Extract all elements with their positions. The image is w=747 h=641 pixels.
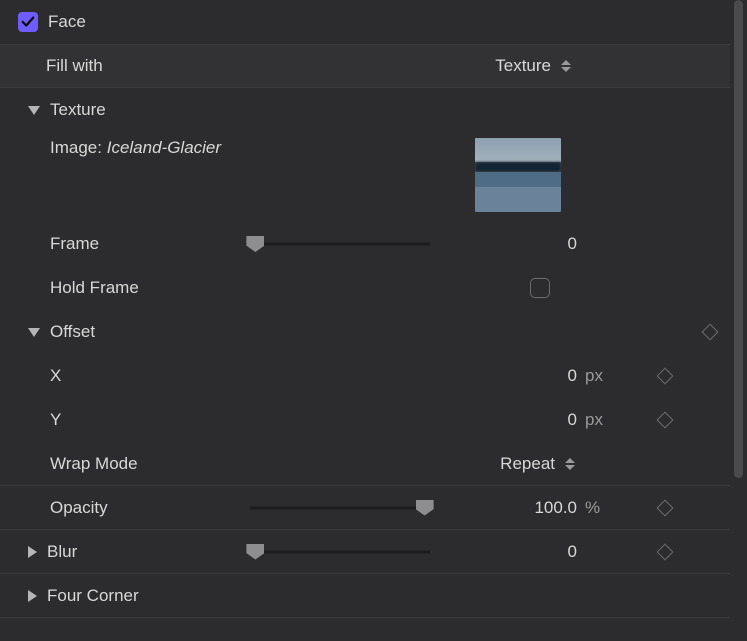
opacity-slider[interactable] — [250, 498, 430, 518]
blur-label: Blur — [47, 542, 77, 562]
keyframe-diamond-icon[interactable] — [657, 368, 674, 385]
updown-icon[interactable] — [563, 458, 577, 470]
blur-value[interactable]: 0 — [568, 542, 577, 562]
section-face-title: Face — [48, 12, 86, 32]
checkbox-face-enabled[interactable] — [18, 12, 38, 32]
keyframe-diamond-icon[interactable] — [657, 412, 674, 429]
opacity-value[interactable]: 100.0 — [534, 498, 577, 518]
checkmark-icon — [21, 15, 35, 29]
frame-label: Frame — [50, 234, 99, 254]
texture-group-label: Texture — [50, 100, 106, 120]
image-well[interactable] — [475, 138, 561, 212]
frame-value[interactable]: 0 — [568, 234, 577, 254]
fill-with-row: Fill with Texture — [0, 44, 730, 88]
hold-frame-checkbox[interactable] — [530, 278, 550, 298]
blur-row: Blur 0 — [0, 530, 730, 574]
fill-with-value[interactable]: Texture — [495, 56, 551, 76]
opacity-label: Opacity — [50, 498, 108, 518]
disclosure-right-icon[interactable] — [28, 546, 37, 558]
offset-x-unit: px — [585, 366, 603, 386]
offset-y-unit: px — [585, 410, 603, 430]
offset-group-header[interactable]: Offset — [0, 310, 730, 354]
offset-x-row: X 0 px — [0, 354, 730, 398]
texture-image-row: Image: Iceland-Glacier — [0, 132, 730, 222]
frame-row: Frame 0 — [0, 222, 730, 266]
four-corner-label: Four Corner — [47, 586, 139, 606]
offset-y-row: Y 0 px — [0, 398, 730, 442]
offset-x-label: X — [50, 366, 61, 386]
hold-frame-row: Hold Frame — [0, 266, 730, 310]
blur-slider[interactable] — [250, 542, 430, 562]
offset-y-label: Y — [50, 410, 61, 430]
hold-frame-label: Hold Frame — [50, 278, 139, 298]
scrollbar[interactable] — [734, 0, 743, 478]
disclosure-down-icon[interactable] — [28, 106, 40, 115]
section-face-header[interactable]: Face — [0, 0, 730, 44]
keyframe-diamond-icon[interactable] — [702, 324, 719, 341]
image-name: Iceland-Glacier — [107, 138, 221, 158]
updown-icon[interactable] — [559, 60, 573, 72]
offset-y-value[interactable]: 0 — [568, 410, 577, 430]
wrap-mode-value[interactable]: Repeat — [500, 454, 555, 474]
frame-slider[interactable] — [250, 234, 430, 254]
offset-x-value[interactable]: 0 — [568, 366, 577, 386]
keyframe-diamond-icon[interactable] — [657, 499, 674, 516]
wrap-mode-row: Wrap Mode Repeat — [0, 442, 730, 486]
disclosure-right-icon[interactable] — [28, 590, 37, 602]
keyframe-diamond-icon[interactable] — [657, 543, 674, 560]
fill-with-label: Fill with — [46, 56, 103, 76]
disclosure-down-icon[interactable] — [28, 328, 40, 337]
offset-group-label: Offset — [50, 322, 95, 342]
texture-group-header[interactable]: Texture — [0, 88, 730, 132]
four-corner-row[interactable]: Four Corner — [0, 574, 730, 618]
wrap-mode-label: Wrap Mode — [50, 454, 138, 474]
opacity-unit: % — [585, 498, 600, 518]
image-label: Image: — [50, 138, 102, 158]
opacity-row: Opacity 100.0 % — [0, 486, 730, 530]
